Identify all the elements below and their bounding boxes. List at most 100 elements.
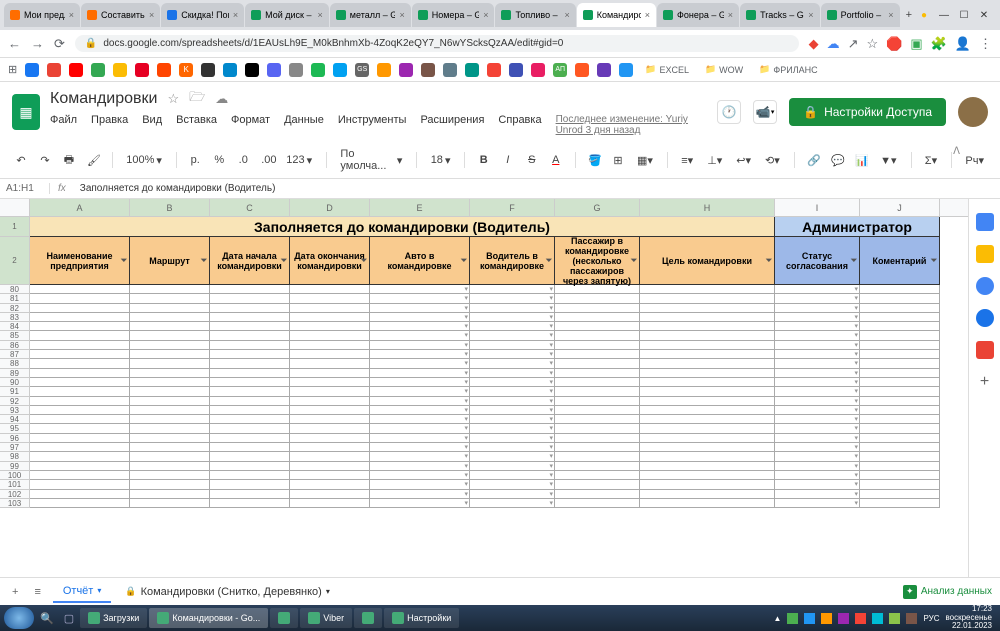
italic-button[interactable]: I bbox=[499, 151, 517, 169]
column-title[interactable]: Водитель в командировке⏷ bbox=[470, 237, 555, 285]
menu-инструменты[interactable]: Инструменты bbox=[338, 114, 407, 136]
cell[interactable] bbox=[555, 341, 640, 350]
filter-icon[interactable]: ⏷ bbox=[766, 256, 772, 266]
cell[interactable]: ▾ bbox=[775, 452, 860, 461]
cell[interactable] bbox=[640, 359, 775, 368]
cell[interactable]: ▾ bbox=[370, 499, 470, 508]
cell[interactable]: ▾ bbox=[370, 359, 470, 368]
row-header[interactable]: 91 bbox=[0, 387, 30, 396]
h-align-button[interactable]: ≡▾ bbox=[677, 152, 697, 169]
cell[interactable]: ▾ bbox=[775, 406, 860, 415]
cell[interactable] bbox=[860, 285, 940, 294]
column-header[interactable]: F bbox=[470, 199, 555, 216]
tray-icon[interactable] bbox=[855, 613, 866, 624]
cell[interactable] bbox=[30, 285, 130, 294]
sheets-logo[interactable]: ▦ bbox=[12, 94, 40, 130]
cell[interactable] bbox=[30, 378, 130, 387]
cell[interactable] bbox=[210, 341, 290, 350]
cell[interactable] bbox=[210, 499, 290, 508]
star-icon[interactable]: ☆ bbox=[167, 91, 179, 107]
star-icon[interactable]: ☆ bbox=[866, 36, 878, 52]
cloud-status-icon[interactable]: ☁ bbox=[215, 91, 228, 107]
calendar-icon[interactable] bbox=[976, 213, 994, 231]
cell[interactable] bbox=[30, 443, 130, 452]
v-align-button[interactable]: ⊥▾ bbox=[703, 152, 726, 169]
taskbar-item[interactable] bbox=[354, 608, 382, 628]
cell[interactable]: ▾ bbox=[370, 341, 470, 350]
bookmark-icon[interactable] bbox=[531, 63, 545, 77]
filter-icon[interactable]: ⏷ bbox=[631, 256, 637, 266]
chart-button[interactable]: 📊 bbox=[852, 151, 870, 170]
cell[interactable] bbox=[555, 443, 640, 452]
cell[interactable] bbox=[555, 304, 640, 313]
cell[interactable] bbox=[860, 480, 940, 489]
cell[interactable]: ▾ bbox=[775, 322, 860, 331]
cell[interactable] bbox=[130, 322, 210, 331]
redo-button[interactable]: ↷ bbox=[36, 151, 54, 170]
extension-icon[interactable]: ◆ bbox=[809, 36, 819, 52]
cell[interactable] bbox=[210, 304, 290, 313]
decimal-increase-button[interactable]: .00 bbox=[258, 151, 276, 169]
maps-icon[interactable] bbox=[976, 341, 994, 359]
cell[interactable]: ▾ bbox=[470, 359, 555, 368]
cell[interactable]: ▾ bbox=[775, 490, 860, 499]
cell[interactable] bbox=[290, 434, 370, 443]
cell[interactable] bbox=[555, 331, 640, 340]
history-icon[interactable]: 🕐 bbox=[717, 100, 741, 124]
row-header[interactable]: 80 bbox=[0, 285, 30, 294]
tray-icon[interactable] bbox=[804, 613, 815, 624]
cell-reference[interactable]: A1:H1 bbox=[0, 183, 50, 194]
cell[interactable]: ▾ bbox=[370, 415, 470, 424]
bookmark-icon[interactable] bbox=[201, 63, 215, 77]
cell[interactable]: ▾ bbox=[775, 480, 860, 489]
cell[interactable]: ▾ bbox=[470, 424, 555, 433]
cell[interactable] bbox=[30, 397, 130, 406]
zoom-select[interactable]: 100% ▾ bbox=[122, 152, 166, 169]
bookmark-icon[interactable] bbox=[91, 63, 105, 77]
maximize-button[interactable]: ☐ bbox=[958, 9, 970, 21]
account-avatar[interactable] bbox=[958, 97, 988, 127]
cell[interactable] bbox=[30, 415, 130, 424]
cell[interactable] bbox=[640, 341, 775, 350]
column-title[interactable]: Маршрут⏷ bbox=[130, 237, 210, 285]
cell[interactable] bbox=[210, 322, 290, 331]
profile-avatar[interactable]: 👤 bbox=[955, 36, 971, 52]
cell[interactable] bbox=[30, 341, 130, 350]
filter-icon[interactable]: ⏷ bbox=[201, 256, 207, 266]
row-header[interactable]: 1 bbox=[0, 217, 30, 237]
extension-icon[interactable]: 🛑 bbox=[886, 36, 902, 52]
cell[interactable] bbox=[640, 378, 775, 387]
cell[interactable] bbox=[860, 378, 940, 387]
cell[interactable] bbox=[290, 406, 370, 415]
bookmark-icon[interactable] bbox=[377, 63, 391, 77]
cell[interactable] bbox=[130, 359, 210, 368]
taskbar-item[interactable]: Командировки - Go... bbox=[149, 608, 268, 628]
browser-tab[interactable]: Мой диск – Goo× bbox=[245, 3, 329, 27]
cell[interactable] bbox=[210, 331, 290, 340]
explore-button[interactable]: ✦ Анализ данных bbox=[903, 585, 992, 599]
cell[interactable] bbox=[555, 387, 640, 396]
bookmark-icon[interactable] bbox=[311, 63, 325, 77]
font-select[interactable]: По умолча... ▾ bbox=[336, 146, 406, 174]
cell[interactable]: ▾ bbox=[370, 369, 470, 378]
column-header[interactable]: G bbox=[555, 199, 640, 216]
column-header[interactable]: A bbox=[30, 199, 130, 216]
cell[interactable] bbox=[210, 424, 290, 433]
cell[interactable] bbox=[290, 304, 370, 313]
bookmark-icon[interactable] bbox=[487, 63, 501, 77]
cell[interactable] bbox=[290, 378, 370, 387]
cell[interactable] bbox=[640, 490, 775, 499]
contacts-icon[interactable] bbox=[976, 309, 994, 327]
cell[interactable]: ▾ bbox=[775, 331, 860, 340]
row-header[interactable]: 102 bbox=[0, 490, 30, 499]
extensions-button[interactable]: 🧩 bbox=[931, 36, 947, 52]
bookmark-icon[interactable] bbox=[575, 63, 589, 77]
cell[interactable] bbox=[290, 397, 370, 406]
cell[interactable] bbox=[30, 490, 130, 499]
cell[interactable] bbox=[860, 322, 940, 331]
close-window-button[interactable]: ✕ bbox=[978, 9, 990, 21]
cell[interactable] bbox=[210, 415, 290, 424]
cell[interactable] bbox=[860, 424, 940, 433]
row-header[interactable]: 94 bbox=[0, 415, 30, 424]
cell[interactable]: ▾ bbox=[775, 387, 860, 396]
